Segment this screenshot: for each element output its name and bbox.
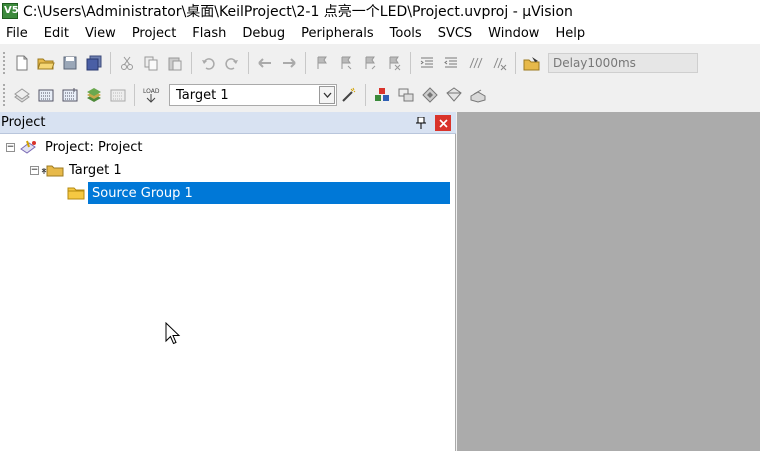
chevron-down-icon[interactable]: [319, 86, 335, 104]
project-icon: [20, 140, 36, 154]
open-folder-icon[interactable]: [34, 51, 58, 75]
tree-item-project[interactable]: − Project: Project: [6, 137, 146, 157]
download-icon[interactable]: LOAD: [139, 83, 163, 107]
toolbar-grip[interactable]: [3, 52, 6, 74]
pack-installer-icon[interactable]: [466, 83, 490, 107]
download-load-text: LOAD: [143, 88, 160, 95]
tree-item-target[interactable]: − Target 1: [30, 160, 126, 180]
menu-flash[interactable]: Flash: [192, 26, 226, 41]
menu-view[interactable]: View: [85, 26, 116, 41]
menu-peripherals[interactable]: Peripherals: [301, 26, 374, 41]
project-panel-header: Project: [0, 112, 456, 134]
tree-item-label: Project: Project: [45, 139, 143, 155]
toolbar-separator: [365, 84, 366, 106]
tree-item-label: Target 1: [69, 162, 122, 178]
mouse-cursor-icon: [165, 322, 181, 345]
save-all-icon[interactable]: [82, 51, 106, 75]
toolbar-separator: [191, 52, 192, 74]
manage-pack-icon[interactable]: [442, 83, 466, 107]
navigate-back-icon[interactable]: [253, 51, 277, 75]
tree-item-label-selected[interactable]: Source Group 1: [88, 182, 450, 204]
project-panel: Project − Project: Project − Target 1 So…: [0, 112, 456, 451]
target-select-value: Target 1: [176, 87, 229, 103]
next-bookmark-icon[interactable]: [358, 51, 382, 75]
target-options-icon[interactable]: [337, 83, 361, 107]
translate-icon[interactable]: [10, 83, 34, 107]
comment-icon[interactable]: [463, 51, 487, 75]
close-icon[interactable]: [435, 115, 451, 131]
pin-icon[interactable]: [414, 116, 428, 130]
uncomment-icon[interactable]: [487, 51, 511, 75]
collapse-icon[interactable]: −: [6, 142, 15, 152]
menu-debug[interactable]: Debug: [242, 26, 285, 41]
find-combo-value: Delay1000ms: [553, 56, 636, 70]
prev-bookmark-icon[interactable]: [334, 51, 358, 75]
toolbar-separator: [305, 52, 306, 74]
toolbar-separator: [410, 52, 411, 74]
menu-help[interactable]: Help: [555, 26, 585, 41]
collapse-icon[interactable]: −: [30, 165, 39, 175]
new-file-icon[interactable]: [10, 51, 34, 75]
build-toolbar: LOAD Target 1: [0, 79, 760, 111]
toolbar-separator: [134, 84, 135, 106]
title-bar: V5 C:\Users\Administrator\桌面\KeilProject…: [0, 0, 760, 22]
project-items-icon[interactable]: [394, 83, 418, 107]
toolbar-separator: [515, 52, 516, 74]
save-icon[interactable]: [58, 51, 82, 75]
file-toolbar: Delay1000ms: [0, 47, 760, 79]
toolbar-separator: [110, 52, 111, 74]
menu-bar: File Edit View Project Flash Debug Perip…: [0, 22, 760, 44]
select-packs-icon[interactable]: [418, 83, 442, 107]
window-title: C:\Users\Administrator\桌面\KeilProject\2-…: [23, 4, 573, 20]
rebuild-icon[interactable]: [58, 83, 82, 107]
menu-svcs[interactable]: SVCS: [438, 26, 472, 41]
copy-icon[interactable]: [139, 51, 163, 75]
menu-project[interactable]: Project: [132, 26, 176, 41]
batch-build-icon[interactable]: [82, 83, 106, 107]
manage-components-icon[interactable]: [370, 83, 394, 107]
unindent-icon[interactable]: [439, 51, 463, 75]
tree-item-source-group[interactable]: Source Group 1: [66, 182, 450, 204]
bookmark-icon[interactable]: [310, 51, 334, 75]
folder-icon: [67, 187, 85, 200]
find-in-files-icon[interactable]: [520, 51, 544, 75]
clear-bookmarks-icon[interactable]: [382, 51, 406, 75]
uvision-app-icon[interactable]: V5: [2, 3, 19, 19]
paste-icon[interactable]: [163, 51, 187, 75]
toolbar-grip[interactable]: [3, 84, 6, 106]
cut-icon[interactable]: [115, 51, 139, 75]
project-panel-title: Project: [1, 115, 46, 130]
redo-icon[interactable]: [220, 51, 244, 75]
stop-build-icon[interactable]: [106, 83, 130, 107]
editor-workspace[interactable]: [457, 112, 760, 451]
toolbar-separator: [248, 52, 249, 74]
target-select[interactable]: Target 1: [169, 84, 337, 106]
indent-icon[interactable]: [415, 51, 439, 75]
find-combo[interactable]: Delay1000ms: [548, 53, 698, 73]
navigate-forward-icon[interactable]: [277, 51, 301, 75]
menu-file[interactable]: File: [6, 26, 28, 41]
build-icon[interactable]: [34, 83, 58, 107]
target-folder-icon: [41, 165, 64, 177]
undo-icon[interactable]: [196, 51, 220, 75]
menu-window[interactable]: Window: [488, 26, 539, 41]
menu-edit[interactable]: Edit: [44, 26, 69, 41]
menu-tools[interactable]: Tools: [390, 26, 422, 41]
